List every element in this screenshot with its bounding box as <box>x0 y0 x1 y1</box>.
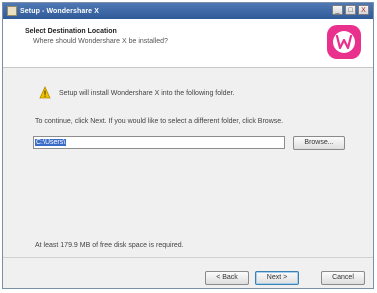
browse-button[interactable]: Browse... <box>293 136 345 150</box>
app-icon <box>7 6 17 16</box>
window-title: Setup - Wondershare X <box>20 7 99 15</box>
maximize-button[interactable]: □ <box>345 5 356 15</box>
warning-folder-icon <box>39 86 51 99</box>
wondershare-logo-icon <box>327 25 361 59</box>
page-title: Select Destination Location <box>25 28 117 35</box>
continue-instructions: To continue, click Next. If you would li… <box>35 118 284 125</box>
wizard-header: Select Destination Location Where should… <box>3 19 373 68</box>
cancel-button[interactable]: Cancel <box>321 271 365 285</box>
destination-path-input[interactable]: C:\Users\ <box>33 136 285 149</box>
next-button[interactable]: Next > <box>255 271 299 285</box>
destination-path-value: C:\Users\ <box>35 139 67 146</box>
install-info-text: Setup will install Wondershare X into th… <box>59 89 235 97</box>
title-bar[interactable]: Setup - Wondershare X _ □ X <box>3 3 373 19</box>
installer-window: Setup - Wondershare X _ □ X Select Desti… <box>2 2 374 289</box>
minimize-button[interactable]: _ <box>332 5 343 15</box>
back-button[interactable]: < Back <box>205 271 249 285</box>
close-button[interactable]: X <box>358 5 369 15</box>
page-subtitle: Where should Wondershare X be installed? <box>33 38 168 45</box>
window-controls: _ □ X <box>332 5 369 15</box>
footer-divider <box>3 257 373 258</box>
info-row: Setup will install Wondershare X into th… <box>39 86 234 100</box>
disk-space-text: At least 179.9 MB of free disk space is … <box>35 242 184 249</box>
